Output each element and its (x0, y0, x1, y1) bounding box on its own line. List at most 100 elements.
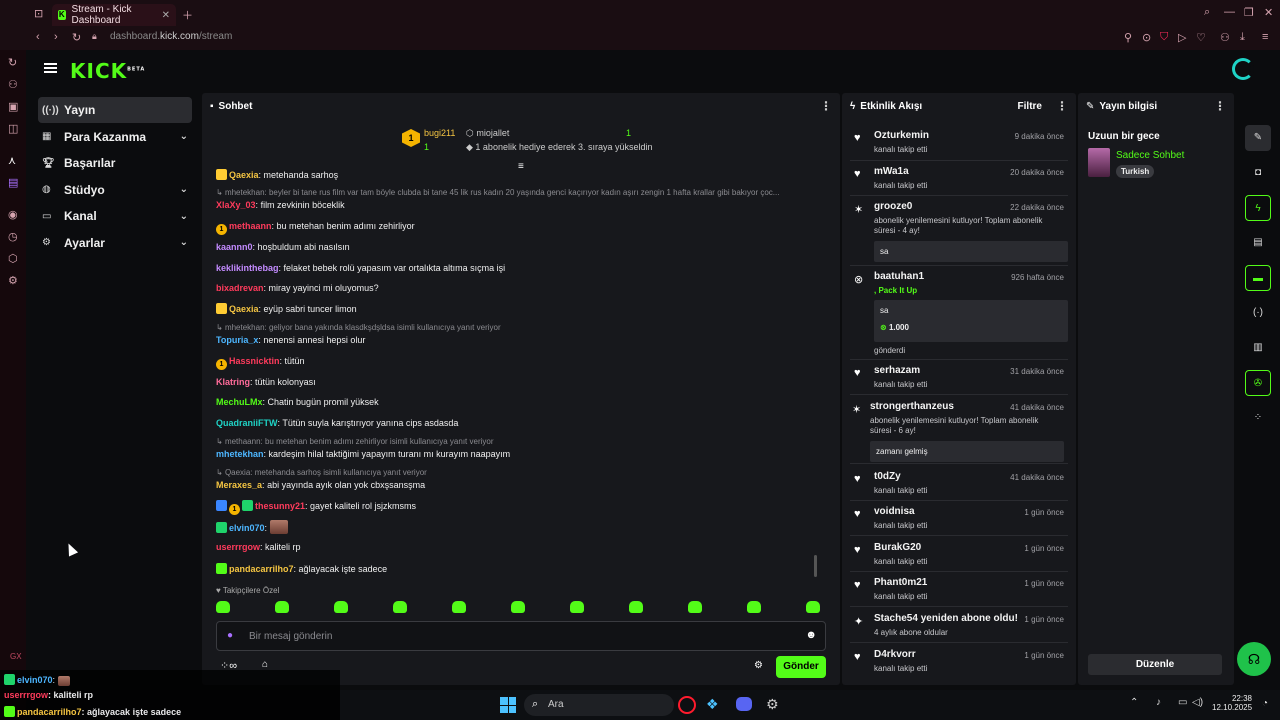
minimize-icon[interactable]: — (1224, 6, 1235, 18)
refresh-icon[interactable]: ↻ (8, 56, 17, 69)
chat-options-icon[interactable]: ⋮ (820, 99, 832, 113)
emote-button[interactable] (511, 601, 525, 613)
bag-icon[interactable]: ⚇ (8, 78, 18, 91)
tray-chevron-icon[interactable]: ⌃ (1130, 697, 1138, 708)
chat-username[interactable]: methaann (229, 221, 272, 231)
broadcast-icon[interactable]: (·) (1245, 300, 1271, 326)
steam-icon[interactable]: ⚙ (766, 696, 779, 713)
play-icon[interactable]: ▷ (1178, 31, 1186, 44)
maximize-icon[interactable]: ❐ (1244, 6, 1254, 19)
category-name[interactable]: Sadece Sohbet (1116, 150, 1184, 161)
sidebar-item-kanal[interactable]: ▭ Kanal ⌄ (38, 203, 192, 229)
sidebar-item-basarilar[interactable]: 🏆︎ Başarılar (38, 150, 192, 176)
url-field[interactable]: dashboard.kick.com/stream (110, 31, 232, 42)
menu-icon[interactable]: ≡ (1262, 31, 1268, 43)
clock[interactable]: 22:38 12.10.2025 (1212, 694, 1252, 712)
chat-username[interactable]: elvin070 (229, 523, 265, 533)
start-icon[interactable] (500, 697, 516, 713)
notification-icon[interactable]: ◔ (1262, 698, 1268, 709)
chat-username[interactable]: bixadrevan (216, 283, 264, 293)
chat-username[interactable]: thesunny21 (255, 501, 305, 511)
document-icon[interactable]: ▤ (1245, 230, 1271, 256)
volume-icon[interactable]: ◁) (1192, 697, 1203, 708)
box-icon[interactable]: ⬡ (8, 252, 18, 265)
filter-button[interactable]: Filtre (1018, 101, 1042, 112)
chat-scrollbar[interactable] (814, 555, 817, 577)
opera-gx-taskbar-icon[interactable] (678, 696, 696, 714)
chat-username[interactable]: keklikinthebag (216, 263, 279, 273)
chat-icon[interactable]: ▬ (1245, 265, 1271, 291)
users-icon[interactable]: ⁘ (1245, 405, 1271, 431)
discord-icon[interactable] (736, 697, 752, 711)
chat-username[interactable]: kaannn0 (216, 242, 253, 252)
emote-button[interactable] (452, 601, 466, 613)
collapse-pinned-icon[interactable]: ≡ (518, 161, 524, 172)
lightning-icon[interactable]: ϟ (1245, 195, 1271, 221)
emote-button[interactable] (216, 601, 230, 613)
camera-icon[interactable]: ◘ (1245, 160, 1271, 186)
settings-gx-icon[interactable]: ⚙ (8, 274, 18, 287)
chat-username[interactable]: mhetekhan (216, 449, 264, 459)
twitch-icon[interactable]: ▤ (8, 176, 18, 189)
stream-info-options-icon[interactable]: ⋮ (1214, 99, 1226, 113)
edit-button[interactable]: Düzenle (1088, 654, 1222, 675)
chat-settings-gear-icon[interactable]: ⚙ (754, 660, 763, 671)
heart-icon[interactable]: ♡ (1196, 31, 1206, 44)
taskbar-search[interactable]: ⌕ Ara (524, 694, 674, 716)
emote-button[interactable] (275, 601, 289, 613)
emote-button[interactable] (334, 601, 348, 613)
message-input[interactable]: ● Bir mesaj gönderin ☻ (216, 621, 826, 651)
history-icon[interactable]: ◷ (8, 230, 18, 243)
close-window-icon[interactable]: ✕ (1264, 6, 1273, 19)
wrench-icon[interactable]: ✇ (1245, 370, 1271, 396)
hamburger-menu-icon[interactable] (44, 63, 57, 73)
workspace-icon[interactable]: ⊡ (34, 7, 43, 20)
shield-icon[interactable]: ⛉ (1160, 31, 1168, 44)
camera-icon[interactable]: ⊙ (1142, 31, 1151, 44)
chat-username[interactable]: QuadraniiFTW (216, 418, 278, 428)
chat-username[interactable]: Topuria_x (216, 335, 258, 345)
sidebar-item-yayin[interactable]: ((·)) Yayın (38, 97, 192, 123)
emote-button[interactable] (747, 601, 761, 613)
emoji-icon[interactable]: ☻ (805, 629, 817, 641)
store-icon[interactable]: ⌂ (262, 659, 268, 670)
new-tab-icon[interactable]: ＋ (182, 7, 193, 23)
chat-username[interactable]: Meraxes_a (216, 480, 262, 490)
kick-icon[interactable]: ⋏ (8, 154, 16, 167)
emote-button[interactable] (629, 601, 643, 613)
profile-icon[interactable]: ⚇ (1220, 31, 1230, 44)
account-avatar-icon[interactable] (1232, 58, 1254, 80)
top-gifter-1[interactable]: bugi211 (424, 128, 455, 138)
send-button[interactable]: Gönder (776, 656, 826, 678)
app-icon[interactable]: ❖ (706, 696, 719, 713)
search-tabs-icon[interactable]: ⌕ (1204, 6, 1210, 19)
kick-logo[interactable]: KICKBETA (70, 59, 145, 83)
emote-button[interactable] (393, 601, 407, 613)
sidebar-item-para-kazanma[interactable]: ▦ Para Kazanma ⌄ (38, 124, 192, 150)
reload-icon[interactable]: ↻ (72, 31, 81, 44)
sidebar-item-studyo[interactable]: ◍ Stüdyo ⌄ (38, 177, 192, 203)
forward-icon[interactable]: › (54, 31, 58, 43)
chat-username[interactable]: Hassnicktin (229, 356, 280, 366)
microphone-icon[interactable]: ● (227, 630, 233, 641)
chat-username[interactable]: Qaexia (229, 170, 259, 180)
player-icon[interactable]: ◉ (8, 208, 18, 221)
pin-icon[interactable]: ⚲ (1124, 31, 1132, 44)
chat-username[interactable]: MechuLMx (216, 397, 263, 407)
activity-options-icon[interactable]: ⋮ (1056, 99, 1068, 113)
edit-pencil-icon[interactable]: ✎ (1245, 125, 1271, 151)
top-gifter-2-wrap[interactable]: ⬡ miojallet (466, 128, 509, 139)
chat-username[interactable]: Klatring (216, 377, 250, 387)
emote-button[interactable] (806, 601, 820, 613)
support-headset-icon[interactable]: ☊ (1237, 642, 1271, 676)
chat-username[interactable]: pandacarrilho7 (229, 564, 294, 574)
emote-button[interactable] (688, 601, 702, 613)
mic-icon[interactable]: ♪ (1156, 697, 1161, 708)
back-icon[interactable]: ‹ (36, 31, 40, 43)
chat-username[interactable]: Qaexia (229, 304, 259, 314)
layout-icon[interactable]: ▥ (1245, 335, 1271, 361)
chat-app-icon[interactable]: ▣ (8, 100, 18, 113)
emote-button[interactable] (570, 601, 584, 613)
close-tab-icon[interactable]: ✕ (162, 10, 170, 21)
twitch-gx-icon[interactable]: ◫ (8, 122, 18, 135)
